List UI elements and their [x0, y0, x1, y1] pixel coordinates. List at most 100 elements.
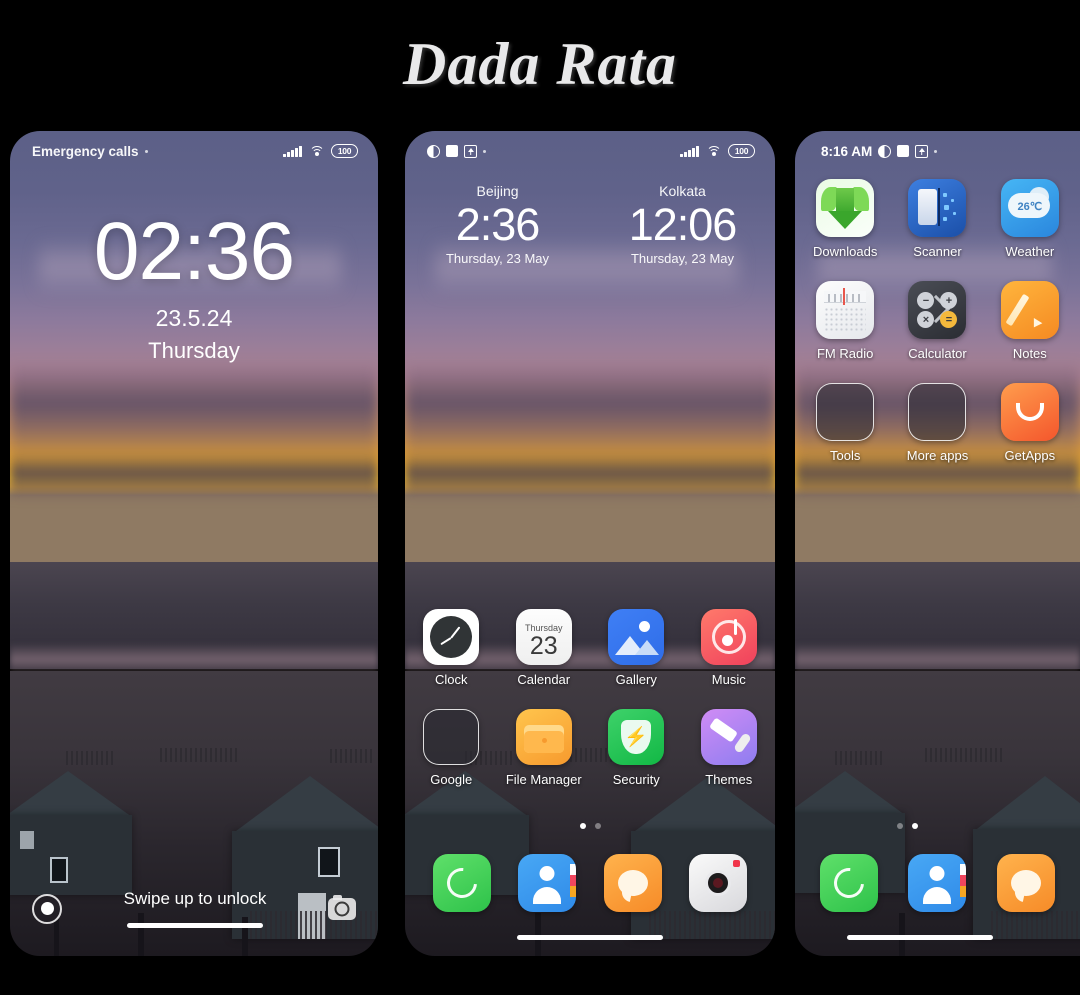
app-fm-radio[interactable]: FM Radio [799, 281, 891, 361]
dock-messages[interactable] [590, 854, 676, 912]
page-indicator[interactable] [405, 823, 775, 829]
contacts-icon[interactable] [518, 854, 577, 912]
messages-icon[interactable] [996, 854, 1055, 912]
app-label: Calculator [908, 346, 967, 361]
app-label: Calendar [517, 672, 571, 687]
gallery-icon[interactable] [608, 609, 665, 665]
contacts-icon[interactable] [908, 854, 967, 912]
flashlight-icon[interactable] [32, 893, 62, 924]
world-clock-kolkata[interactable]: Kolkata 12:06 Thursday, 23 May [590, 183, 775, 266]
phone-lockscreen: Emergency calls 100 02:36 23.5.24 Thursd… [10, 131, 378, 956]
dot-icon [934, 149, 938, 153]
calendar-icon[interactable]: Thursday 23 [515, 609, 572, 665]
world-clock-beijing[interactable]: Beijing 2:36 Thursday, 23 May [405, 183, 590, 266]
app-google-folder[interactable]: Google [405, 709, 498, 787]
app-row: Downloads Scanner 26℃ Weather [799, 179, 1076, 259]
home-indicator[interactable] [127, 923, 263, 928]
more-apps-folder-icon[interactable] [908, 383, 967, 441]
themes-icon[interactable] [700, 709, 757, 765]
getapps-icon[interactable] [1000, 383, 1059, 441]
calendar-day: 23 [529, 631, 558, 660]
lock-time: 02:36 [93, 206, 295, 297]
app-themes[interactable]: Themes [683, 709, 776, 787]
security-icon[interactable]: ⚡ [608, 709, 665, 765]
camera-icon[interactable] [689, 854, 748, 912]
dock-phone[interactable] [419, 854, 505, 912]
page-dot-2[interactable] [912, 823, 918, 829]
dot-icon [144, 149, 148, 153]
app-file-manager[interactable]: File Manager [498, 709, 591, 787]
app-notes[interactable]: Notes [984, 281, 1076, 361]
google-folder-icon[interactable] [423, 709, 480, 765]
camera-icon[interactable] [328, 894, 356, 920]
page-dot-1[interactable] [897, 823, 903, 829]
page-dot-1[interactable] [579, 823, 586, 829]
messages-icon[interactable] [603, 854, 662, 912]
upload-icon [464, 144, 477, 158]
downloads-icon[interactable] [816, 179, 875, 237]
home-indicator[interactable] [847, 935, 994, 940]
music-icon[interactable] [700, 609, 757, 665]
weather-temperature: 26℃ [1017, 201, 1043, 213]
tools-folder-icon[interactable] [816, 383, 875, 441]
dock [405, 854, 775, 912]
app-grid: Clock Thursday 23 Calendar Gallery Music [405, 609, 775, 787]
lockscreen-clock: 02:36 23.5.24 Thursday [10, 211, 378, 364]
app-calendar[interactable]: Thursday 23 Calendar [498, 609, 591, 687]
dnd-icon [878, 144, 892, 158]
dock-camera[interactable] [676, 854, 762, 912]
app-calculator[interactable]: − + × = Calculator [891, 281, 983, 361]
app-label: More apps [906, 448, 969, 463]
dnd-icon [427, 144, 440, 158]
status-clock: 8:16 AM [821, 143, 873, 159]
app-downloads[interactable]: Downloads [799, 179, 891, 259]
fm-radio-icon[interactable] [816, 281, 875, 339]
app-clock[interactable]: Clock [405, 609, 498, 687]
weather-icon[interactable]: 26℃ [1000, 179, 1059, 237]
lock-date: 23.5.24 [155, 305, 233, 331]
dock-contacts[interactable] [505, 854, 591, 912]
file-manager-icon[interactable] [515, 709, 572, 765]
home-indicator[interactable] [517, 935, 663, 940]
city-label: Kolkata [659, 183, 706, 199]
app-security[interactable]: ⚡ Security [590, 709, 683, 787]
app-weather[interactable]: 26℃ Weather [984, 179, 1076, 259]
dock-messages[interactable] [982, 854, 1070, 912]
scanner-icon[interactable] [908, 179, 967, 237]
dual-world-clock-widget[interactable]: Beijing 2:36 Thursday, 23 May Kolkata 12… [405, 183, 775, 266]
app-label: Notes [1012, 346, 1047, 361]
swipe-hint: Swipe up to unlock [123, 889, 267, 908]
lock-weekday: Thursday [148, 338, 240, 363]
app-getapps[interactable]: GetApps [984, 383, 1076, 463]
app-gallery[interactable]: Gallery [590, 609, 683, 687]
calculator-icon[interactable]: − + × = [908, 281, 967, 339]
dock-phone[interactable] [805, 854, 893, 912]
lockscreen-bottom-bar: Swipe up to unlock [10, 889, 378, 928]
app-label: GetApps [1004, 448, 1056, 463]
phone-icon[interactable] [820, 854, 879, 912]
app-more-apps-folder[interactable]: More apps [891, 383, 983, 463]
notes-icon[interactable] [1000, 281, 1059, 339]
app-label: Tools [829, 448, 861, 463]
status-bar: Emergency calls 100 [10, 131, 378, 165]
page-header: Dada Rata [0, 0, 1080, 128]
battery-icon: 100 [331, 144, 358, 158]
dock-contacts[interactable] [893, 854, 981, 912]
app-label: Scanner [913, 244, 962, 259]
dot-icon [483, 149, 486, 153]
dock [795, 854, 1080, 912]
app-music[interactable]: Music [683, 609, 776, 687]
page-title: Dada Rata [402, 30, 678, 97]
phone-icon[interactable] [432, 854, 491, 912]
emergency-calls-label[interactable]: Emergency calls [32, 144, 139, 159]
page-indicator[interactable] [795, 823, 1020, 829]
city-label: Beijing [476, 183, 519, 199]
clock-icon[interactable] [423, 609, 480, 665]
city-time: 2:36 [455, 199, 541, 250]
app-row: Tools More apps GetApps [799, 383, 1076, 463]
app-label: Gallery [615, 672, 657, 687]
page-dot-2[interactable] [594, 823, 601, 829]
app-scanner[interactable]: Scanner [891, 179, 983, 259]
app-label: Downloads [813, 244, 878, 259]
app-tools-folder[interactable]: Tools [799, 383, 891, 463]
